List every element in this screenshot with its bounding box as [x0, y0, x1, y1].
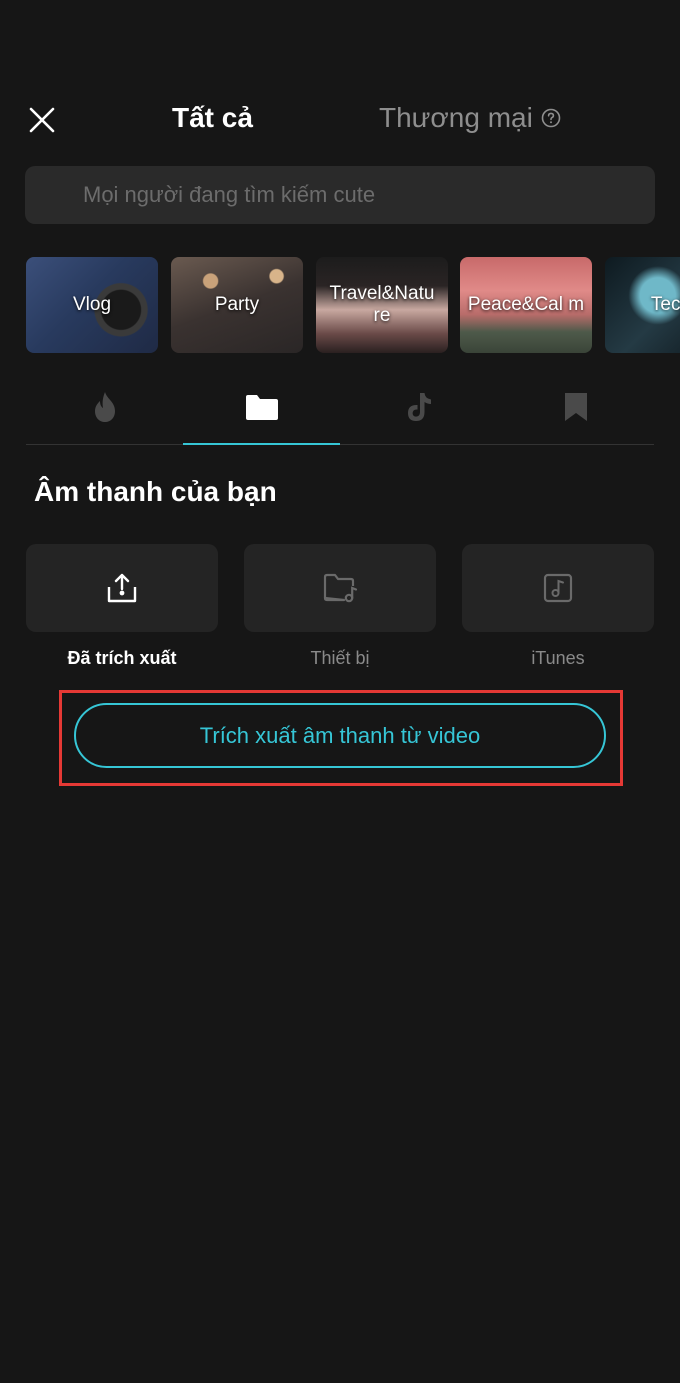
tab-saved[interactable] — [497, 370, 654, 444]
extract-icon — [107, 573, 137, 603]
help-icon[interactable] — [541, 108, 561, 128]
section-title: Âm thanh của bạn — [34, 476, 277, 507]
search-input[interactable] — [25, 166, 655, 224]
flame-icon — [94, 392, 115, 422]
source-itunes-label: iTunes — [531, 648, 585, 668]
icon-tab-bar — [26, 370, 654, 445]
tab-all[interactable]: Tất cả — [172, 102, 253, 134]
close-icon — [29, 107, 55, 133]
source-extracted-label: Đã trích xuất — [67, 648, 177, 668]
category-vlog[interactable]: Vlog — [26, 257, 158, 353]
tiktok-icon — [407, 393, 431, 421]
category-label: Peace&Cal m — [467, 294, 585, 315]
music-note-icon — [543, 573, 573, 603]
source-device-label: Thiết bị — [310, 648, 370, 668]
category-label: Vlog — [72, 294, 112, 315]
source-device[interactable] — [244, 544, 436, 632]
search-bar[interactable] — [25, 166, 655, 224]
category-tech[interactable]: Tech — [605, 257, 680, 353]
tab-commercial-label: Thương mại — [379, 102, 533, 133]
source-itunes[interactable] — [462, 544, 654, 632]
category-label: Travel&Natu re — [329, 283, 435, 326]
source-extracted[interactable] — [26, 544, 218, 632]
tab-commercial[interactable]: Thương mại — [379, 102, 561, 134]
bookmark-icon — [564, 393, 587, 421]
tab-my-audio[interactable] — [183, 370, 340, 445]
category-party[interactable]: Party — [171, 257, 303, 353]
tab-tiktok[interactable] — [340, 370, 497, 444]
close-button[interactable] — [26, 104, 58, 136]
folder-icon — [245, 395, 278, 420]
extract-audio-button[interactable]: Trích xuất âm thanh từ video — [74, 703, 606, 768]
category-travel-nature[interactable]: Travel&Natu re — [316, 257, 448, 353]
category-label: Party — [214, 294, 260, 315]
category-label: Tech — [650, 294, 680, 315]
folder-music-icon — [323, 573, 358, 603]
category-strip[interactable]: Vlog Party Travel&Natu re Peace&Cal m Te… — [26, 257, 680, 353]
category-peace-calm[interactable]: Peace&Cal m — [460, 257, 592, 353]
tab-trending[interactable] — [26, 370, 183, 444]
top-bar: Tất cả Thương mại — [0, 90, 680, 150]
